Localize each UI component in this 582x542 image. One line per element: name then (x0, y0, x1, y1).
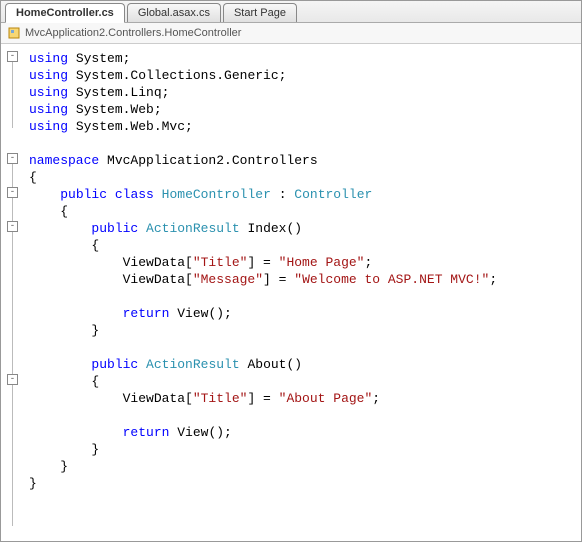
fold-toggle[interactable]: - (7, 374, 18, 385)
code-text[interactable]: using System; using System.Collections.G… (25, 44, 581, 540)
breadcrumb[interactable]: MvcApplication2.Controllers.HomeControll… (1, 23, 581, 44)
fold-toggle[interactable]: - (7, 187, 18, 198)
tab-global-asax[interactable]: Global.asax.cs (127, 3, 221, 22)
tab-start-page[interactable]: Start Page (223, 3, 297, 22)
class-icon (7, 26, 21, 40)
tab-home-controller[interactable]: HomeController.cs (5, 3, 125, 23)
tab-bar: HomeController.cs Global.asax.cs Start P… (1, 1, 581, 23)
fold-toggle[interactable]: - (7, 153, 18, 164)
fold-toggle[interactable]: - (7, 51, 18, 62)
fold-gutter: - - - - - (1, 44, 25, 540)
code-editor[interactable]: - - - - - using System; using System.Col… (1, 44, 581, 540)
breadcrumb-text: MvcApplication2.Controllers.HomeControll… (25, 27, 241, 39)
fold-toggle[interactable]: - (7, 221, 18, 232)
